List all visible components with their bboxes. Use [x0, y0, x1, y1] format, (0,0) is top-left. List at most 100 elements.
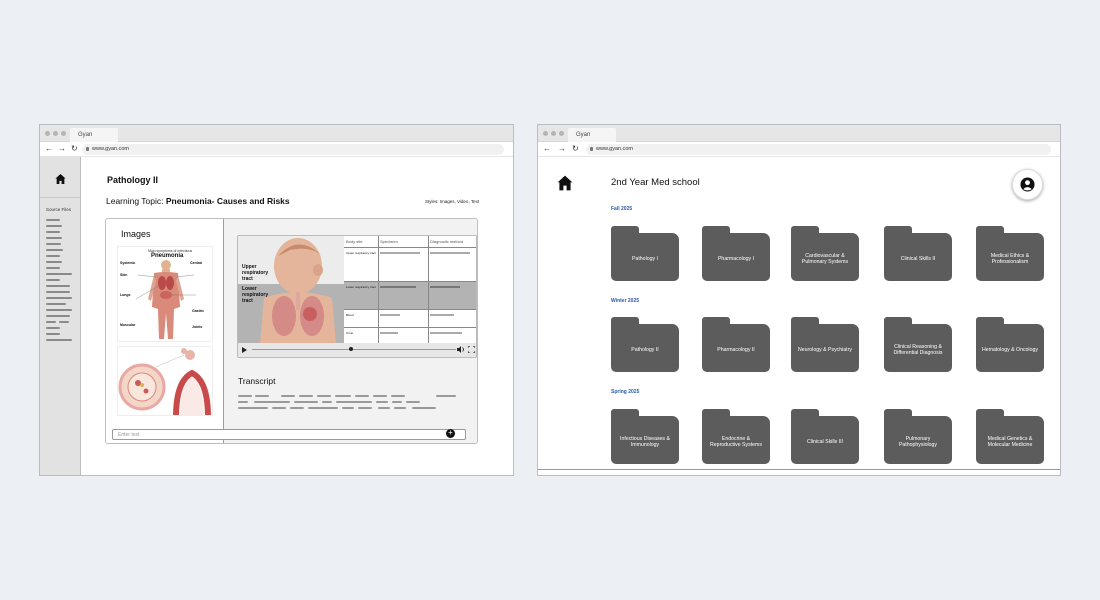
- transcript-line: [294, 401, 318, 403]
- source-file-item[interactable]: [46, 243, 61, 245]
- course-folder[interactable]: Pharmacology II: [702, 317, 770, 372]
- course-folder[interactable]: Medical Ethics & Professionalism: [976, 226, 1044, 281]
- course-folder[interactable]: Cardiovascular & Pulmonary Systems: [791, 226, 859, 281]
- reload-icon[interactable]: ↻: [572, 144, 579, 154]
- title-bar: Gyan: [538, 125, 1060, 142]
- back-arrow-icon[interactable]: ←: [543, 144, 551, 154]
- source-file-item[interactable]: [46, 237, 62, 239]
- course-label: Neurology & Psychiatry: [798, 346, 852, 353]
- transcript-line: [335, 395, 351, 397]
- table-cell-text-line: [380, 286, 416, 288]
- browser-tab[interactable]: Gyan: [70, 128, 118, 142]
- transcript-line: [317, 395, 331, 397]
- course-folder[interactable]: Neurology & Psychiatry: [791, 317, 859, 372]
- source-file-item[interactable]: [46, 333, 60, 335]
- source-file-item[interactable]: [46, 273, 72, 275]
- course-label: Pulmonary Pathophysiology: [898, 435, 938, 449]
- page-bottom-divider: [538, 469, 1060, 470]
- course-folder[interactable]: Pathology I: [611, 226, 679, 281]
- course-folder[interactable]: Pathology II: [611, 317, 679, 372]
- course-folder[interactable]: Medical Genetics & Molecular Medicine: [976, 409, 1044, 464]
- table-cell-text-line: [430, 314, 454, 316]
- source-file-item[interactable]: [46, 249, 63, 251]
- window-close-dot[interactable]: [543, 131, 548, 136]
- body-illustration: [135, 260, 196, 339]
- alveoli-drawing: [118, 348, 211, 415]
- reload-icon[interactable]: ↻: [71, 144, 78, 154]
- source-file-item[interactable]: [46, 219, 60, 221]
- home-icon[interactable]: [557, 175, 573, 191]
- transcript-line: [336, 401, 372, 403]
- alveoli-illustration[interactable]: [117, 346, 213, 416]
- home-icon[interactable]: [55, 173, 66, 185]
- table-cell: Lower respiratory tract: [346, 285, 376, 289]
- source-file-item[interactable]: [46, 339, 72, 341]
- pneumonia-infographic[interactable]: Main symptoms of infectious Pneumonia Sy…: [117, 246, 213, 342]
- window-close-dot[interactable]: [45, 131, 50, 136]
- window-minimize-dot[interactable]: [53, 131, 58, 136]
- source-file-item[interactable]: [46, 321, 56, 323]
- window-minimize-dot[interactable]: [551, 131, 556, 136]
- styles-filter[interactable]: Styles: Images, Video, Text: [425, 199, 479, 204]
- transcript-line: [378, 407, 390, 409]
- table-row: Blood: [344, 310, 476, 328]
- course-folder[interactable]: Clinical Skills II: [884, 226, 952, 281]
- play-icon[interactable]: [242, 347, 247, 353]
- course-label: Clinical Skills II: [900, 255, 936, 262]
- video-progress-track[interactable]: [252, 349, 456, 350]
- source-file-item[interactable]: [46, 225, 62, 227]
- course-folder[interactable]: Clinical Skills III: [791, 409, 859, 464]
- images-heading: Images: [121, 229, 151, 239]
- source-file-item[interactable]: [46, 327, 60, 329]
- source-file-item[interactable]: [46, 309, 72, 311]
- course-label: Pathology II: [631, 346, 659, 353]
- transcript-heading: Transcript: [238, 376, 276, 386]
- url-field[interactable]: www.gyan.com: [82, 144, 504, 155]
- transcript-line: [412, 407, 436, 409]
- table-header: Specimen: [380, 239, 398, 244]
- source-file-item[interactable]: [46, 261, 62, 263]
- source-file-item[interactable]: [46, 231, 60, 233]
- course-folder[interactable]: Pharmacology I: [702, 226, 770, 281]
- media-column: Upper respiratory tract Lower respirator…: [224, 219, 477, 443]
- fullscreen-icon[interactable]: [468, 346, 475, 353]
- source-file-item[interactable]: [46, 279, 60, 281]
- course-label: Pharmacology I: [717, 255, 755, 262]
- table-cell-text-line: [380, 252, 420, 254]
- volume-icon[interactable]: [457, 346, 465, 353]
- profile-button[interactable]: [1012, 169, 1043, 200]
- browser-window-course-page: Gyan ← → ↻ www.gyan.com Source Files Pat…: [39, 124, 514, 476]
- source-file-item[interactable]: [59, 321, 69, 323]
- video-progress-handle[interactable]: [349, 347, 353, 351]
- forward-arrow-icon[interactable]: →: [58, 144, 66, 154]
- semester-label-winter: Winter 2025: [611, 298, 640, 304]
- course-folder[interactable]: Hematology & Oncology: [976, 317, 1044, 372]
- forward-arrow-icon[interactable]: →: [558, 144, 566, 154]
- course-folder[interactable]: Pulmonary Pathophysiology: [884, 409, 952, 464]
- window-maximize-dot[interactable]: [559, 131, 564, 136]
- source-file-item[interactable]: [46, 303, 66, 305]
- text-input[interactable]: Enter text: [112, 429, 466, 440]
- source-file-item[interactable]: [46, 315, 70, 317]
- source-file-item[interactable]: [46, 267, 60, 269]
- source-file-item[interactable]: [46, 285, 70, 287]
- source-file-item[interactable]: [46, 255, 60, 257]
- transcript-line: [376, 401, 388, 403]
- browser-window-course-list: Gyan ← → ↻ www.gyan.com 2nd Year Med sch…: [537, 124, 1061, 476]
- url-field[interactable]: www.gyan.com: [586, 144, 1051, 155]
- video-player[interactable]: Upper respiratory tract Lower respirator…: [237, 235, 477, 358]
- course-folder[interactable]: Clinical Reasoning & Differential Diagno…: [884, 317, 952, 372]
- course-folder[interactable]: Infectious Diseases & Immunology: [611, 409, 679, 464]
- browser-tab[interactable]: Gyan: [568, 128, 616, 142]
- source-file-item[interactable]: [46, 297, 72, 299]
- address-bar: ← → ↻ www.gyan.com: [538, 142, 1060, 157]
- source-file-item[interactable]: [46, 291, 70, 293]
- learning-topic: Learning Topic: Pneumonia- Causes and Ri…: [106, 196, 290, 206]
- back-arrow-icon[interactable]: ←: [45, 144, 53, 154]
- topic-prefix: Learning Topic:: [106, 196, 164, 206]
- course-folder[interactable]: Endocrine & Reproductive Systems: [702, 409, 770, 464]
- add-icon[interactable]: +: [446, 429, 455, 438]
- table-cell-text-line: [380, 332, 398, 334]
- window-maximize-dot[interactable]: [61, 131, 66, 136]
- table-cell: Blood: [346, 313, 354, 317]
